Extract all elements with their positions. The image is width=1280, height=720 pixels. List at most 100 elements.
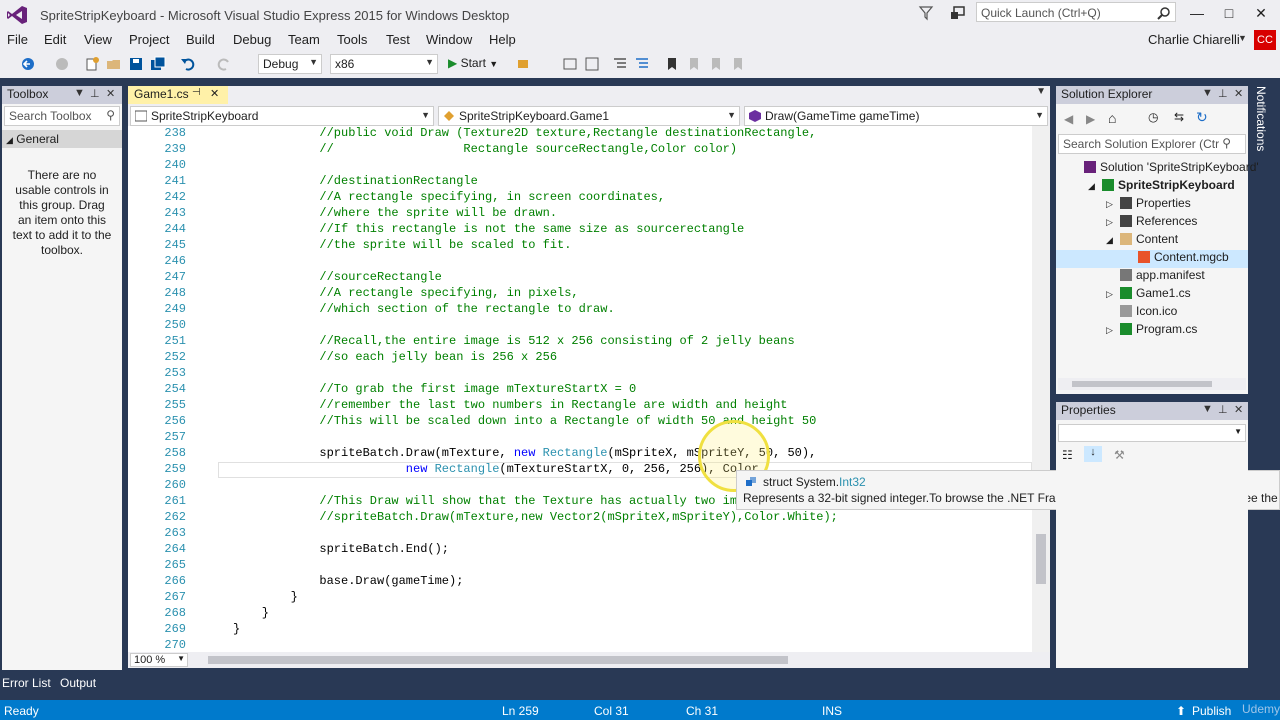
user-name[interactable]: Charlie Chiarelli — [1148, 32, 1240, 47]
properties-object-select[interactable]: ▼ — [1058, 424, 1246, 442]
code-editor[interactable]: 238 //public void Draw (Texture2D texture… — [128, 126, 1032, 652]
save-icon[interactable] — [128, 56, 144, 72]
expander-icon[interactable]: ▷ — [1106, 325, 1120, 336]
scroll-thumb[interactable] — [1072, 381, 1212, 387]
comment-lines-icon[interactable] — [612, 56, 628, 72]
minimize-button[interactable]: — — [1182, 3, 1212, 23]
close-window-button[interactable]: ✕ — [1246, 3, 1276, 23]
publish-button[interactable]: Publish — [1192, 704, 1231, 718]
sync-icon[interactable]: ⇆ — [1174, 110, 1184, 124]
menu-view[interactable]: View — [84, 32, 112, 47]
tab-output[interactable]: Output — [60, 676, 96, 690]
notifications-tab[interactable]: Notifications — [1254, 86, 1268, 151]
menu-team[interactable]: Team — [288, 32, 320, 47]
feedback-filter-icon[interactable] — [918, 5, 934, 21]
menu-build[interactable]: Build — [186, 32, 215, 47]
publish-up-icon[interactable]: ⬆ — [1176, 704, 1186, 718]
solution-tree-item[interactable]: Icon.ico — [1106, 304, 1177, 318]
uncomment-lines-icon[interactable] — [634, 56, 650, 72]
property-pages-icon[interactable]: ⚒ — [1114, 448, 1125, 462]
maximize-button[interactable]: □ — [1214, 3, 1244, 23]
search-icon[interactable]: ⚲ — [1222, 136, 1231, 150]
close-icon[interactable]: ✕ — [210, 87, 219, 100]
menu-help[interactable]: Help — [489, 32, 516, 47]
step-icon[interactable] — [562, 56, 578, 72]
pin-icon[interactable]: ⊥ — [1218, 87, 1228, 100]
menu-tools[interactable]: Tools — [337, 32, 367, 47]
chevron-down-icon[interactable]: ▼ — [74, 87, 85, 99]
scroll-thumb[interactable] — [208, 656, 788, 664]
solution-tree-item[interactable]: ▷ Game1.cs — [1106, 286, 1191, 300]
close-icon[interactable]: ✕ — [1234, 403, 1243, 416]
member-nav-select[interactable]: Draw(GameTime gameTime) ▼ — [744, 106, 1048, 126]
solution-tree-item[interactable]: ▷ References — [1106, 214, 1197, 228]
chevron-down-icon[interactable]: ▼ — [1202, 403, 1213, 415]
expander-icon[interactable]: ▷ — [1106, 217, 1120, 228]
tab-overflow-icon[interactable]: ▼ — [1036, 86, 1046, 97]
tab-game1-cs[interactable]: Game1.cs ⊣ ✕ — [128, 86, 228, 104]
bookmark-clear-icon[interactable] — [730, 56, 746, 72]
menu-window[interactable]: Window — [426, 32, 472, 47]
close-icon[interactable]: ✕ — [106, 87, 115, 100]
chevron-down-icon[interactable]: ▼ — [1202, 87, 1213, 99]
toolbox-group-general[interactable]: ◢ General — [2, 130, 122, 148]
menu-test[interactable]: Test — [386, 32, 410, 47]
class-nav-select[interactable]: SpriteStripKeyboard.Game1 ▼ — [438, 106, 740, 126]
solution-tree-item[interactable]: Solution 'SpriteStripKeyboard' — [1070, 160, 1259, 174]
refresh-icon[interactable]: ↻ — [1196, 109, 1208, 126]
chevron-down-icon[interactable]: ▼ — [1238, 33, 1247, 43]
solution-tree-item[interactable]: ◢ Content — [1106, 232, 1178, 246]
solution-tree-item[interactable]: ▷ Properties — [1106, 196, 1191, 210]
editor-vertical-scrollbar[interactable] — [1032, 126, 1050, 652]
expander-icon[interactable]: ◢ — [1106, 235, 1120, 246]
solution-search-input[interactable]: Search Solution Explorer (Ctr ⚲ — [1058, 134, 1246, 154]
solution-tree-item[interactable]: ◢ SpriteStripKeyboard — [1088, 178, 1235, 192]
solution-tree-item[interactable]: ▷ Program.cs — [1106, 322, 1197, 336]
pin-icon[interactable]: ⊥ — [90, 87, 100, 100]
solution-horizontal-scrollbar[interactable] — [1058, 378, 1246, 390]
browser-link-icon[interactable] — [516, 56, 532, 72]
tab-error-list[interactable]: Error List — [2, 676, 51, 690]
scroll-thumb[interactable] — [1036, 534, 1046, 584]
home-icon[interactable]: ⌂ — [1108, 110, 1116, 126]
sol-forward-icon[interactable]: ▶ — [1086, 112, 1095, 126]
search-icon[interactable] — [1157, 6, 1171, 20]
undo-icon[interactable] — [180, 56, 196, 72]
new-project-icon[interactable] — [84, 56, 100, 72]
redo-icon[interactable] — [216, 56, 232, 72]
bookmark-next-icon[interactable] — [708, 56, 724, 72]
categorized-icon[interactable]: ☷ — [1062, 448, 1073, 462]
toolbox-search-input[interactable]: Search Toolbox ⚲ — [4, 106, 120, 126]
solution-tree-item[interactable]: app.manifest — [1106, 268, 1205, 282]
menu-debug[interactable]: Debug — [233, 32, 271, 47]
save-all-icon[interactable] — [150, 56, 166, 72]
solution-platform-select[interactable]: x86 ▼ — [330, 54, 438, 74]
project-nav-select[interactable]: SpriteStripKeyboard ▼ — [130, 106, 434, 126]
bookmark-icon[interactable] — [664, 56, 680, 72]
avatar[interactable]: CC — [1254, 30, 1276, 50]
pin-icon[interactable]: ⊣ — [192, 87, 201, 98]
menu-file[interactable]: File — [7, 32, 28, 47]
sol-back-icon[interactable]: ◀ — [1064, 112, 1073, 126]
start-debugging-button[interactable]: ▶ Start ▼ — [448, 56, 498, 70]
bookmark-prev-icon[interactable] — [686, 56, 702, 72]
layout-icon[interactable] — [584, 56, 600, 72]
menu-edit[interactable]: Edit — [44, 32, 66, 47]
open-file-icon[interactable] — [106, 56, 122, 72]
expander-icon[interactable]: ◢ — [1088, 181, 1102, 192]
editor-horizontal-scrollbar[interactable]: 100 % ▼ — [128, 652, 1050, 668]
close-icon[interactable]: ✕ — [1234, 87, 1243, 100]
expander-icon[interactable]: ▷ — [1106, 199, 1120, 210]
menu-project[interactable]: Project — [129, 32, 169, 47]
quick-launch-input[interactable]: Quick Launch (Ctrl+Q) — [976, 2, 1176, 22]
solution-tree-item[interactable]: Content.mgcb — [1124, 250, 1229, 264]
navigate-forward-icon[interactable] — [54, 56, 70, 72]
search-icon[interactable]: ⚲ — [106, 108, 115, 122]
pin-icon[interactable]: ⊥ — [1218, 403, 1228, 416]
notifications-flag-icon[interactable] — [950, 5, 966, 21]
zoom-select[interactable]: 100 % ▼ — [130, 653, 188, 667]
alphabetical-icon[interactable]: ↓ — [1084, 446, 1102, 462]
solution-configuration-select[interactable]: Debug ▼ — [258, 54, 322, 74]
pending-changes-icon[interactable]: ◷ — [1148, 110, 1158, 124]
expander-icon[interactable]: ▷ — [1106, 289, 1120, 300]
